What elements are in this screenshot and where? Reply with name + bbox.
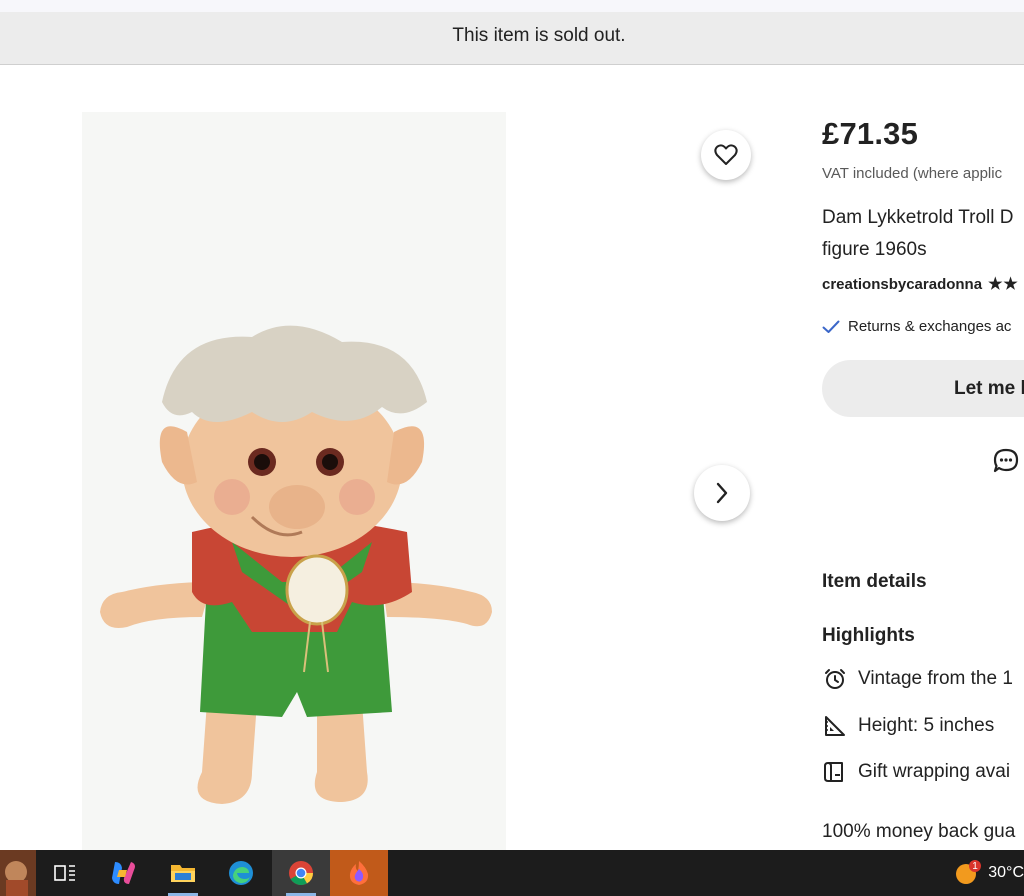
next-image-button[interactable] [694,465,750,521]
returns-row: Returns & exchanges ac [822,318,1011,335]
weather-badge-count: 1 [972,861,978,872]
troll-doll-illustration [100,325,492,804]
let-me-know-label: Let me k [954,377,1024,399]
chevron-right-icon [716,482,728,504]
sold-out-text: This item is sold out. [452,25,626,46]
file-explorer-icon[interactable] [154,850,212,896]
copilot-icon[interactable] [94,850,152,896]
gift-scroll-icon [822,759,848,785]
edge-icon[interactable] [212,850,270,896]
product-image[interactable] [82,112,506,850]
favorite-button[interactable] [701,130,751,180]
shop-row: creationsbycaradonna ★★ [822,274,1019,294]
highlight-vintage-text: Vintage from the 1 [858,668,1013,689]
highlight-vintage: Vintage from the 1 [822,666,1013,692]
shop-name-link[interactable]: creationsbycaradonna [822,276,982,293]
highlight-height-text: Height: 5 inches [858,715,995,736]
highlight-gift-wrap-text: Gift wrapping avai [858,761,1011,782]
highlights-heading: Highlights [822,625,915,646]
message-seller-button[interactable] [992,447,1020,480]
profile-thumbnail[interactable] [0,850,36,896]
let-me-know-button[interactable]: Let me k [822,360,1024,417]
task-view-icon[interactable] [36,850,94,896]
star-rating[interactable]: ★★ [988,274,1019,294]
returns-text[interactable]: Returns & exchanges ac [848,318,1011,335]
money-back-guarantee[interactable]: 100% money back gua [822,821,1015,843]
highlight-height: Height: 5 inches [822,713,994,739]
highlight-gift-wrap: Gift wrapping avai [822,759,1010,785]
chat-bubble-icon [993,448,1019,473]
listing-title-line-2: figure 1960s [822,239,927,260]
ruler-triangle-icon [822,713,848,739]
listing-title-line-1: Dam Lykketrold Troll D [822,207,1014,228]
vat-note: VAT included (where applic [822,165,1003,182]
firefox-icon[interactable] [330,850,388,896]
price: £71.35 [822,116,919,151]
weather-widget[interactable]: 1 30°C [954,850,1024,896]
chrome-icon[interactable] [272,850,330,896]
alarm-clock-icon [822,666,848,692]
checkmark-icon [822,320,840,333]
windows-taskbar: 1 30°C [0,850,1024,896]
item-details-heading[interactable]: Item details [822,571,927,593]
weather-sun-icon [956,860,982,884]
heart-outline-icon [714,144,738,165]
temperature: 30°C [988,864,1024,881]
listing-title: Dam Lykketrold Troll D figure 1960s [822,202,1013,266]
listing-info-panel: £71.35 VAT included (where applic Dam Ly… [822,0,1024,850]
